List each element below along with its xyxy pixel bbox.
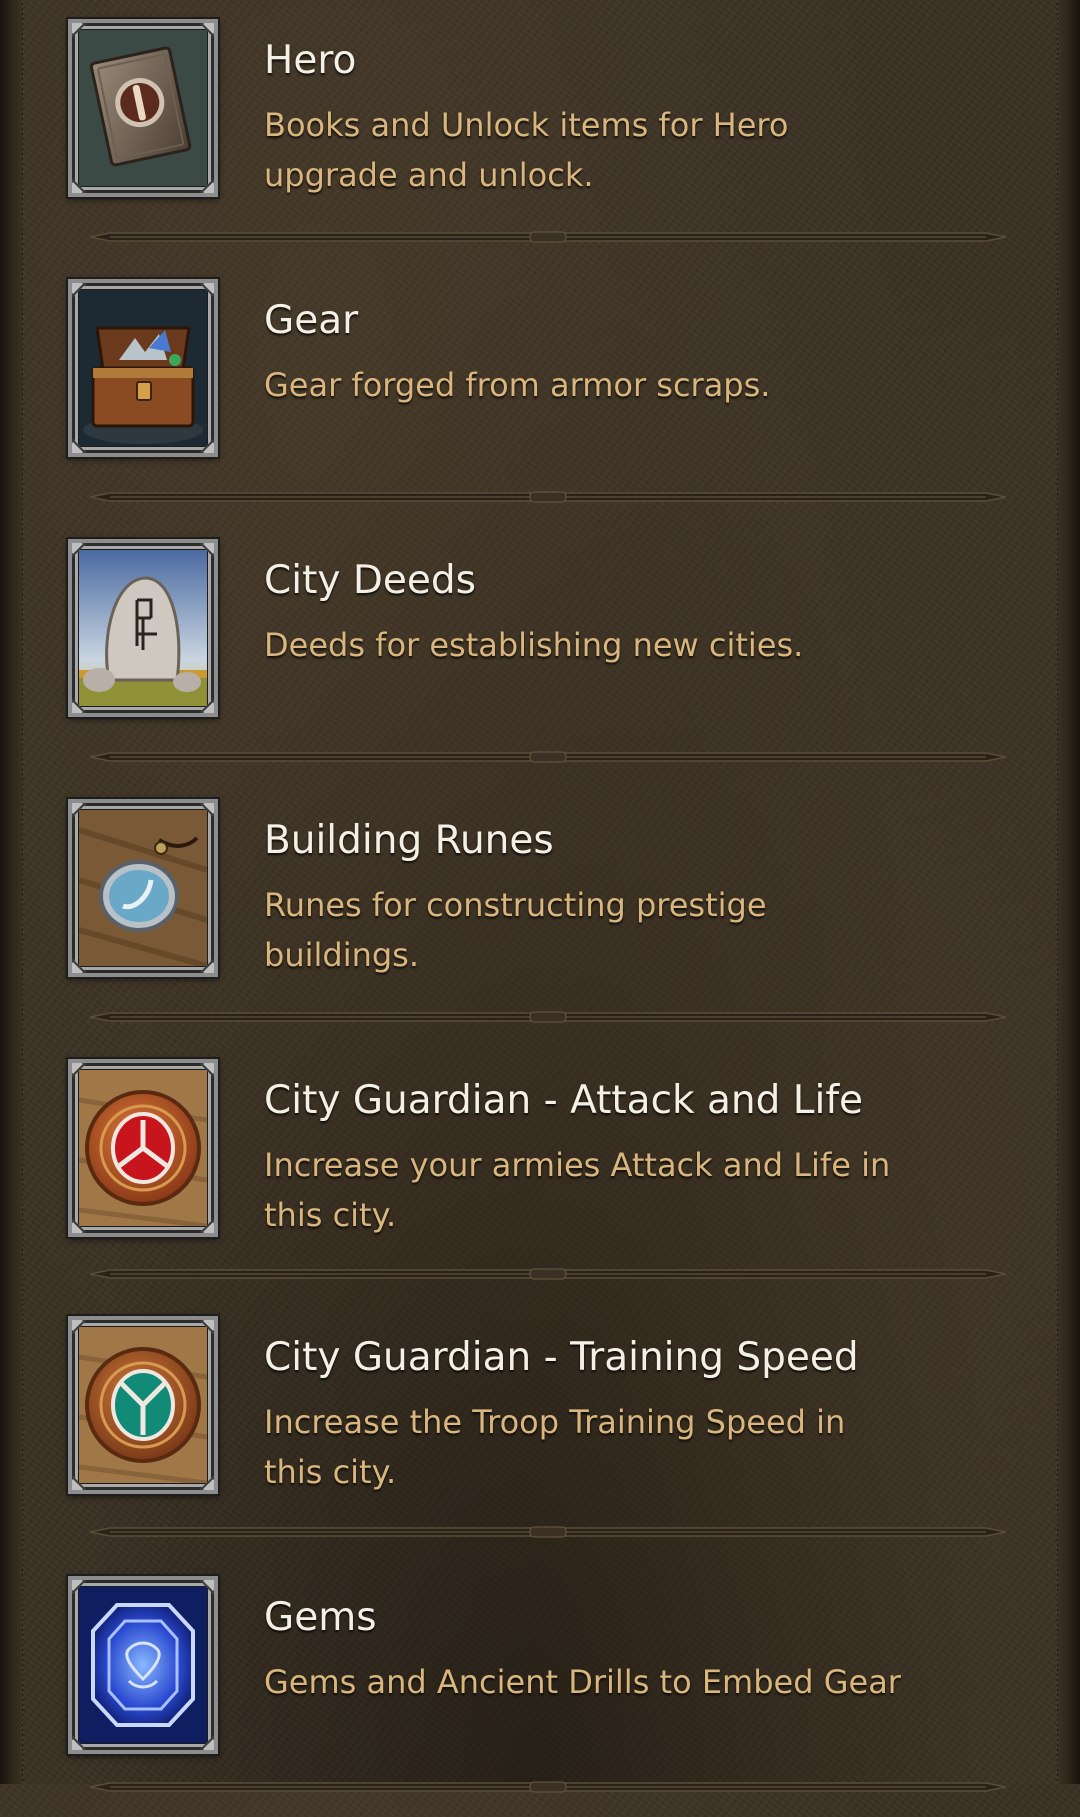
icon-frame bbox=[66, 1574, 220, 1756]
item-title: Hero bbox=[264, 38, 357, 83]
item-description: Deeds for establishing new cities. bbox=[264, 626, 804, 664]
item-description: Increase the Troop Training Speed in thi… bbox=[264, 1403, 846, 1491]
icon-frame bbox=[66, 17, 220, 199]
hero-book-icon bbox=[79, 30, 207, 186]
divider bbox=[90, 228, 1006, 246]
icon-frame bbox=[66, 797, 220, 979]
icon-frame bbox=[66, 1314, 220, 1496]
list-item-city-guardian-attack-life[interactable]: City Guardian - Attack and Life Increase… bbox=[0, 1040, 1080, 1300]
divider bbox=[90, 1008, 1006, 1026]
list-item-city-deeds[interactable]: City Deeds Deeds for establishing new ci… bbox=[0, 520, 1080, 780]
item-description: Runes for constructing prestige building… bbox=[264, 886, 767, 974]
item-description: Gear forged from armor scraps. bbox=[264, 366, 771, 404]
item-description: Increase your armies Attack and Life in … bbox=[264, 1146, 891, 1234]
red-guardian-shield-icon bbox=[79, 1070, 207, 1226]
icon-frame bbox=[66, 1057, 220, 1239]
item-title: City Guardian - Attack and Life bbox=[264, 1078, 864, 1123]
list-item-gear[interactable]: Gear Gear forged from armor scraps. bbox=[0, 260, 1080, 520]
divider bbox=[90, 748, 1006, 766]
item-title: City Deeds bbox=[264, 558, 476, 603]
divider bbox=[90, 1778, 1006, 1796]
treasure-chest-icon bbox=[79, 290, 207, 446]
green-guardian-shield-icon bbox=[79, 1327, 207, 1483]
item-title: Building Runes bbox=[264, 818, 554, 863]
item-title: Gear bbox=[264, 298, 359, 343]
item-title: Gems bbox=[264, 1595, 377, 1640]
rune-pendant-icon bbox=[79, 810, 207, 966]
divider bbox=[90, 488, 1006, 506]
item-description: Books and Unlock items for Hero upgrade … bbox=[264, 106, 789, 194]
item-description: Gems and Ancient Drills to Embed Gear bbox=[264, 1663, 901, 1701]
icon-frame bbox=[66, 277, 220, 459]
divider bbox=[90, 1523, 1006, 1541]
icon-frame bbox=[66, 537, 220, 719]
blue-gem-icon bbox=[79, 1587, 207, 1743]
divider bbox=[90, 1265, 1006, 1283]
list-item-hero[interactable]: Hero Books and Unlock items for Hero upg… bbox=[0, 0, 1080, 260]
runestone-icon bbox=[79, 550, 207, 706]
list-item-city-guardian-training-speed[interactable]: City Guardian - Training Speed Increase … bbox=[0, 1297, 1080, 1557]
list-item-building-runes[interactable]: Building Runes Runes for constructing pr… bbox=[0, 780, 1080, 1040]
item-title: City Guardian - Training Speed bbox=[264, 1335, 859, 1380]
